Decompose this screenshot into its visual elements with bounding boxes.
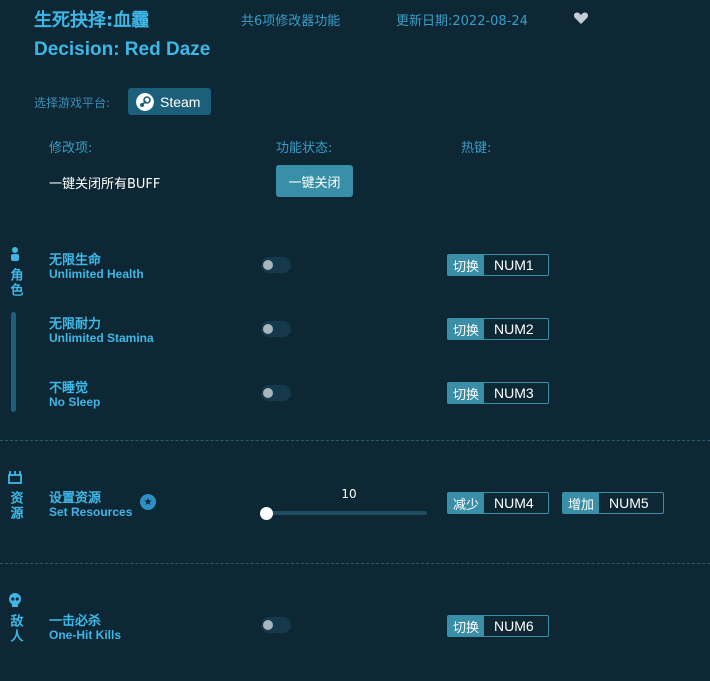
update-date: 更新日期:2022-08-24 <box>396 14 528 29</box>
hotkey-action: 减少 <box>448 493 485 513</box>
hotkey-key: NUM1 <box>494 257 534 273</box>
toggle-one-hit-kills[interactable] <box>261 617 291 633</box>
hotkey-action: 增加 <box>563 493 600 513</box>
slider-value: 10 <box>341 487 357 501</box>
slider-handle[interactable] <box>260 507 273 520</box>
hotkey-key: NUM2 <box>494 321 534 337</box>
set-resources-slider[interactable] <box>266 511 427 515</box>
column-hotkey-header: 热键: <box>461 141 492 156</box>
hotkey-key: NUM3 <box>494 385 534 401</box>
hotkey-increase-resources[interactable]: 增加 NUM5 <box>562 492 665 514</box>
hotkey-decrease-resources[interactable]: 减少 NUM4 <box>447 492 550 514</box>
category-label: 资源 <box>7 491 23 521</box>
close-all-button[interactable]: 一键关闭 <box>276 165 353 197</box>
hotkey-action: 切换 <box>448 383 485 403</box>
item-label-cn: 设置资源 <box>49 491 102 506</box>
steam-icon <box>136 92 154 111</box>
section-divider <box>0 563 710 564</box>
hotkey-unlimited-health[interactable]: 切换 NUM1 <box>447 254 550 276</box>
toggle-unlimited-health[interactable] <box>261 257 291 273</box>
page-title: 生死抉择:血霾 <box>34 10 150 31</box>
resources-icon <box>8 471 22 484</box>
star-icon: ★ <box>140 494 156 510</box>
hotkey-one-hit-kills[interactable]: 切换 NUM6 <box>447 615 550 637</box>
item-label-en: No Sleep <box>49 395 101 409</box>
hotkey-action: 切换 <box>448 255 485 275</box>
category-resources: 资源 <box>0 469 30 521</box>
hotkey-key: NUM6 <box>494 618 534 634</box>
item-label-en: One-Hit Kills <box>49 628 122 642</box>
platform-label: 选择游戏平台: <box>34 96 111 110</box>
person-icon <box>11 247 19 261</box>
steam-label: Steam <box>160 93 201 110</box>
item-label-cn: 一击必杀 <box>49 614 102 629</box>
game-title-en: Decision: Red Daze <box>34 39 211 60</box>
item-label-cn: 无限耐力 <box>49 317 102 332</box>
item-label-en: Unlimited Health <box>49 267 144 281</box>
column-status-header: 功能状态: <box>276 141 333 156</box>
category-label: 敌人 <box>7 614 23 644</box>
category-label: 角色 <box>7 268 23 298</box>
hotkey-unlimited-stamina[interactable]: 切换 NUM2 <box>447 318 550 340</box>
hotkey-key: NUM5 <box>609 495 649 511</box>
item-label-en: Set Resources <box>49 505 133 519</box>
toggle-no-sleep[interactable] <box>261 385 291 401</box>
hotkey-key: NUM4 <box>494 495 534 511</box>
hotkey-no-sleep[interactable]: 切换 NUM3 <box>447 382 550 404</box>
steam-platform-button[interactable]: Steam <box>128 88 211 115</box>
section-divider <box>0 440 710 441</box>
favorite-heart-icon[interactable] <box>573 10 589 26</box>
hotkey-action: 切换 <box>448 319 485 339</box>
toggle-unlimited-stamina[interactable] <box>261 321 291 337</box>
item-label-cn: 不睡觉 <box>49 381 89 396</box>
category-enemies: 敌人 <box>0 592 30 644</box>
category-scrollbar <box>11 312 16 412</box>
skull-icon <box>9 593 21 607</box>
category-character: 角色 <box>0 246 30 298</box>
close-all-buff-label: 一键关闭所有BUFF <box>49 177 161 192</box>
item-label-en: Unlimited Stamina <box>49 331 154 345</box>
feature-count: 共6项修改器功能 <box>241 14 341 29</box>
column-item-header: 修改项: <box>49 141 93 156</box>
hotkey-action: 切换 <box>448 616 485 636</box>
item-label-cn: 无限生命 <box>49 253 102 268</box>
